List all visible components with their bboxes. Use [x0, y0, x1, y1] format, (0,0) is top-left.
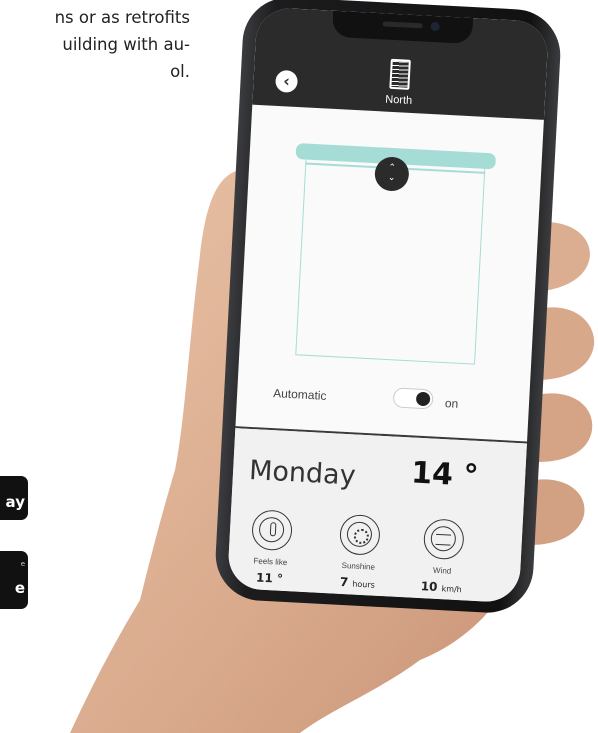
weather-temperature: 14 ° [410, 455, 480, 494]
feels-like-number: 11 ° [255, 570, 284, 586]
page-title: North [384, 93, 413, 107]
toggle-knob [415, 391, 431, 407]
chevron-down-icon: ⌄ [387, 172, 396, 184]
sunshine-number: 7 [339, 574, 349, 590]
phone: ‹ North ⌃ ⌄ Automatic on Monday 14 ° Fee… [213, 0, 563, 615]
app-screen: ‹ North ⌃ ⌄ Automatic on Monday 14 ° Fee… [226, 6, 550, 604]
automatic-toggle[interactable] [392, 387, 434, 410]
blind-icon [389, 58, 411, 90]
automatic-label: Automatic [272, 386, 327, 403]
wind-number: 10 [420, 579, 438, 594]
automatic-state: on [444, 396, 459, 411]
wind-unit: km/h [441, 584, 462, 595]
sunshine-unit: hours [352, 579, 376, 590]
weather-day: Monday [248, 454, 357, 492]
